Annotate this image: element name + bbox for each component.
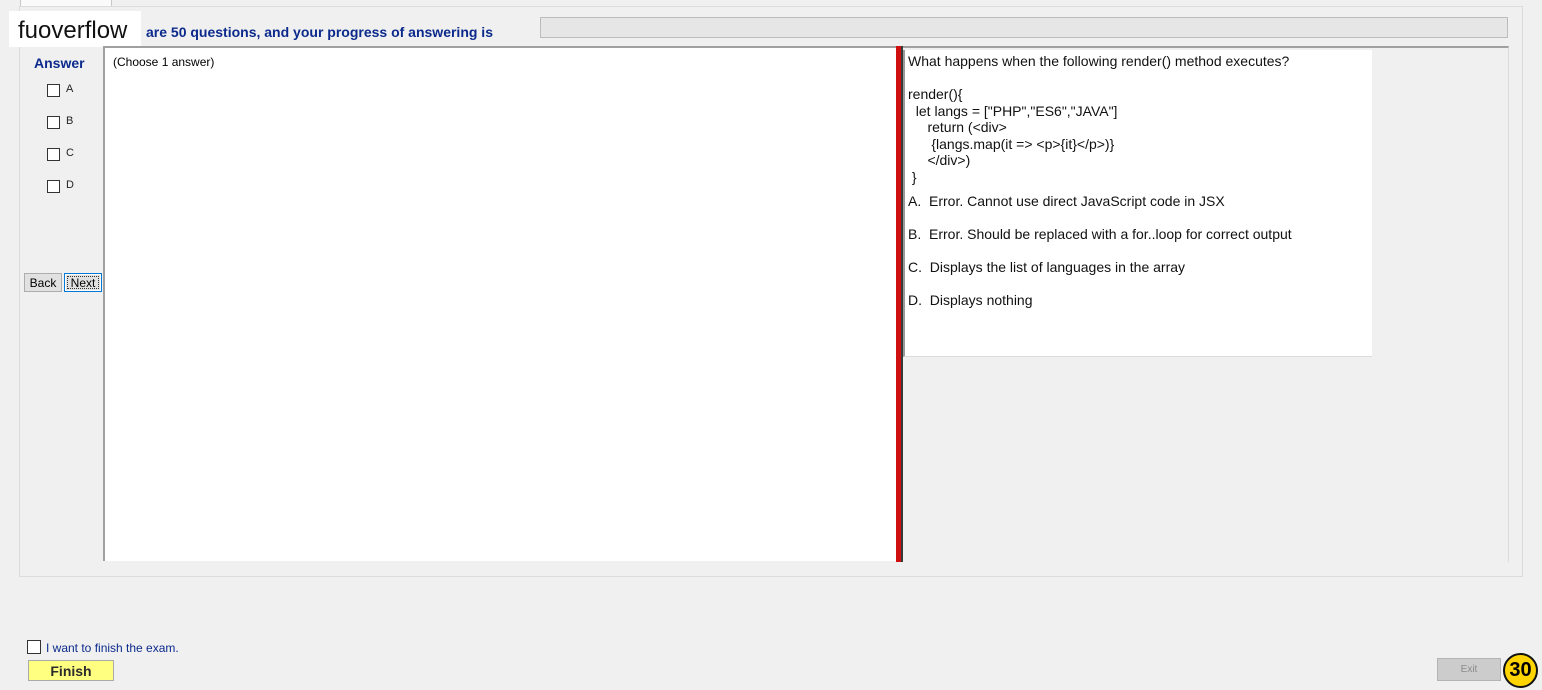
checkbox-b[interactable] (47, 116, 60, 129)
progress-bar (540, 17, 1508, 38)
choose-instruction: (Choose 1 answer) (113, 55, 215, 69)
back-button[interactable]: Back (24, 273, 62, 292)
choice-a-text: A. Error. Cannot use direct JavaScript c… (908, 193, 1225, 209)
option-label-b: B (66, 115, 74, 127)
timer-badge: 30 (1503, 653, 1538, 688)
code-line: let langs = ["PHP","ES6","JAVA"] (908, 102, 1118, 119)
finish-checkbox-label[interactable]: I want to finish the exam. (46, 641, 179, 655)
code-line: {langs.map(it => <p>{it}</p>)} (908, 135, 1115, 152)
checkbox-d[interactable] (47, 180, 60, 193)
code-line: render(){ (908, 86, 963, 102)
choice-b-text: B. Error. Should be replaced with a for.… (908, 226, 1292, 242)
checkbox-c[interactable] (47, 148, 60, 161)
answer-content-panel[interactable]: (Choose 1 answer) (103, 46, 896, 561)
choice-c-text: C. Displays the list of languages in the… (908, 259, 1186, 275)
question-line (908, 70, 1372, 87)
next-button[interactable]: Next (64, 273, 102, 292)
finish-checkbox[interactable] (27, 640, 41, 654)
question-panel: What happens when the following render()… (903, 46, 1509, 562)
progress-label: are 50 questions, and your progress of a… (146, 24, 493, 40)
option-label-c: C (66, 147, 74, 159)
question-box: What happens when the following render()… (903, 50, 1372, 357)
option-label-a: A (66, 83, 74, 95)
option-label-d: D (66, 179, 74, 191)
code-line: return (<div> (908, 119, 1007, 135)
choice-d-text: D. Displays nothing (908, 292, 1033, 308)
finish-button[interactable]: Finish (28, 660, 114, 681)
checkbox-a[interactable] (47, 84, 60, 97)
code-line: </div>) (908, 152, 971, 168)
logo: fuoverflow (9, 11, 141, 47)
code-line: } (908, 168, 917, 185)
exit-button[interactable]: Exit (1437, 658, 1501, 681)
question-line: What happens when the following render()… (908, 53, 1290, 69)
answer-title: Answer (34, 55, 85, 71)
